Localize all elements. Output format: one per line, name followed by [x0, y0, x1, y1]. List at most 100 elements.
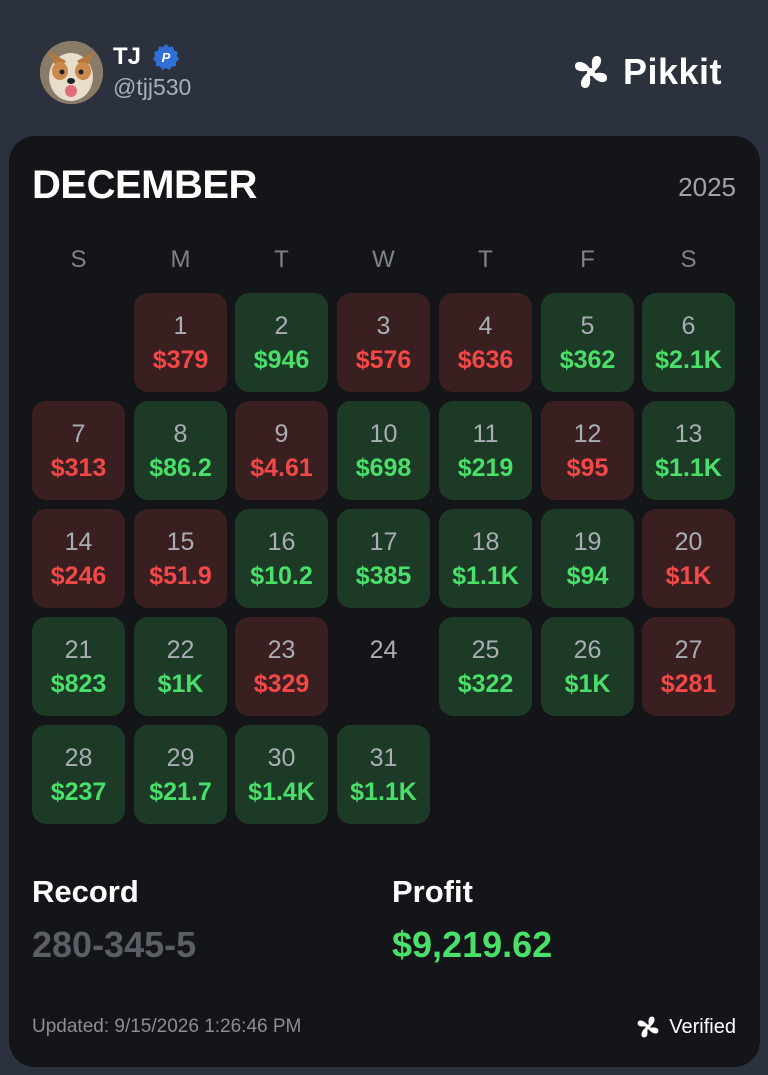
user-name: TJ: [113, 43, 142, 70]
dog-avatar-icon: [40, 41, 103, 104]
calendar-day[interactable]: 5 $362: [541, 293, 634, 392]
calendar-day[interactable]: 6 $2.1K: [642, 293, 735, 392]
calendar-day[interactable]: 15 $51.9: [134, 509, 227, 608]
calendar-day[interactable]: 13 $1.1K: [642, 401, 735, 500]
calendar-day[interactable]: 3 $576: [337, 293, 430, 392]
day-number: 28: [64, 744, 93, 772]
calendar-day[interactable]: 4 $636: [439, 293, 532, 392]
calendar-day[interactable]: 24: [337, 617, 430, 716]
day-number: 18: [471, 528, 500, 556]
calendar-day[interactable]: 22 $1K: [134, 617, 227, 716]
user-handle: @tjj530: [113, 74, 192, 100]
calendar-day[interactable]: 7 $313: [32, 401, 125, 500]
day-amount: $698: [355, 454, 412, 482]
calendar-day[interactable]: 1 $379: [134, 293, 227, 392]
calendar-day[interactable]: 25 $322: [439, 617, 532, 716]
calendar-day[interactable]: 11 $219: [439, 401, 532, 500]
day-amount: $329: [253, 670, 310, 698]
weekday-label: S: [680, 246, 697, 273]
profile-header: TJ P @tjj530 Pikkit: [0, 0, 768, 136]
verified-indicator: Verified: [635, 1014, 736, 1040]
weekday-label: T: [478, 246, 493, 273]
day-amount: $1.1K: [452, 562, 519, 590]
weekday-label: S: [70, 246, 87, 273]
day-amount: $1.4K: [248, 778, 315, 806]
day-amount: $4.61: [250, 454, 313, 482]
day-amount: $1K: [665, 562, 712, 590]
day-number: 21: [64, 636, 93, 664]
calendar-day[interactable]: 9 $4.61: [235, 401, 328, 500]
profit-value: $9,219.62: [392, 924, 553, 965]
calendar-day[interactable]: 26 $1K: [541, 617, 634, 716]
day-amount: $385: [355, 562, 412, 590]
avatar[interactable]: [40, 41, 103, 104]
weekday-label: T: [274, 246, 289, 273]
record-value: 280-345-5: [32, 924, 197, 965]
day-number: 10: [369, 420, 398, 448]
day-number: 17: [369, 528, 398, 556]
day-amount: $946: [253, 346, 310, 374]
day-amount: $1K: [564, 670, 611, 698]
day-amount: $1.1K: [350, 778, 417, 806]
clover-verified-icon: [637, 1016, 659, 1038]
day-amount: $246: [50, 562, 107, 590]
day-number: 1: [173, 312, 188, 340]
day-number: 9: [274, 420, 289, 448]
weekday-label: W: [372, 246, 395, 273]
day-amount: $576: [355, 346, 412, 374]
clover-logo-icon: [575, 56, 607, 88]
day-amount: $1K: [157, 670, 204, 698]
calendar-day[interactable]: 18 $1.1K: [439, 509, 532, 608]
weekday-label: F: [580, 246, 595, 273]
day-number: 29: [166, 744, 195, 772]
day-amount: $1.1K: [655, 454, 722, 482]
day-amount: $281: [660, 670, 717, 698]
brand-name: Pikkit: [623, 51, 723, 92]
day-number: 2: [274, 312, 289, 340]
day-amount: $51.9: [149, 562, 212, 590]
calendar-day[interactable]: 30 $1.4K: [235, 725, 328, 824]
weekday-label: M: [170, 246, 191, 273]
day-number: 19: [573, 528, 602, 556]
verified-badge-icon: P: [152, 43, 180, 71]
day-number: 31: [369, 744, 398, 772]
day-number: 16: [267, 528, 296, 556]
calendar-day[interactable]: 23 $329: [235, 617, 328, 716]
calendar-day[interactable]: 8 $86.2: [134, 401, 227, 500]
updated-timestamp: Updated: 9/15/2026 1:26:46 PM: [32, 1016, 302, 1037]
calendar-day[interactable]: 31 $1.1K: [337, 725, 430, 824]
verified-label: Verified: [669, 1015, 736, 1038]
calendar-day[interactable]: 29 $21.7: [134, 725, 227, 824]
calendar-day[interactable]: 17 $385: [337, 509, 430, 608]
day-amount: $362: [559, 346, 616, 374]
calendar-day[interactable]: 12 $95: [541, 401, 634, 500]
day-number: 8: [173, 420, 188, 448]
calendar-day[interactable]: 14 $246: [32, 509, 125, 608]
day-number: 26: [573, 636, 602, 664]
day-number: 24: [369, 636, 398, 664]
day-amount: $10.2: [250, 562, 313, 590]
calendar-day[interactable]: 19 $94: [541, 509, 634, 608]
day-amount: $86.2: [149, 454, 212, 482]
day-number: 23: [267, 636, 296, 664]
calendar-card: DECEMBER 2025 S M T W T F S 1 $379 2 $946 3 $576 4 $6…: [9, 136, 760, 1067]
day-number: 15: [166, 528, 195, 556]
day-amount: $21.7: [149, 778, 212, 806]
badge-letter: P: [162, 50, 171, 65]
calendar-day[interactable]: 21 $823: [32, 617, 125, 716]
month-title: DECEMBER: [32, 163, 257, 207]
day-number: 5: [580, 312, 595, 340]
year-label: 2025: [678, 172, 736, 202]
day-amount: $823: [50, 670, 107, 698]
brand-logo: Pikkit: [571, 51, 723, 92]
calendar-day[interactable]: 2 $946: [235, 293, 328, 392]
day-amount: $379: [152, 346, 209, 374]
calendar-day[interactable]: 10 $698: [337, 401, 430, 500]
calendar-day[interactable]: 16 $10.2: [235, 509, 328, 608]
day-number: 22: [166, 636, 195, 664]
calendar-day[interactable]: 20 $1K: [642, 509, 735, 608]
day-amount: $2.1K: [655, 346, 722, 374]
calendar-day[interactable]: 28 $237: [32, 725, 125, 824]
day-amount: $219: [457, 454, 514, 482]
calendar-day[interactable]: 27 $281: [642, 617, 735, 716]
